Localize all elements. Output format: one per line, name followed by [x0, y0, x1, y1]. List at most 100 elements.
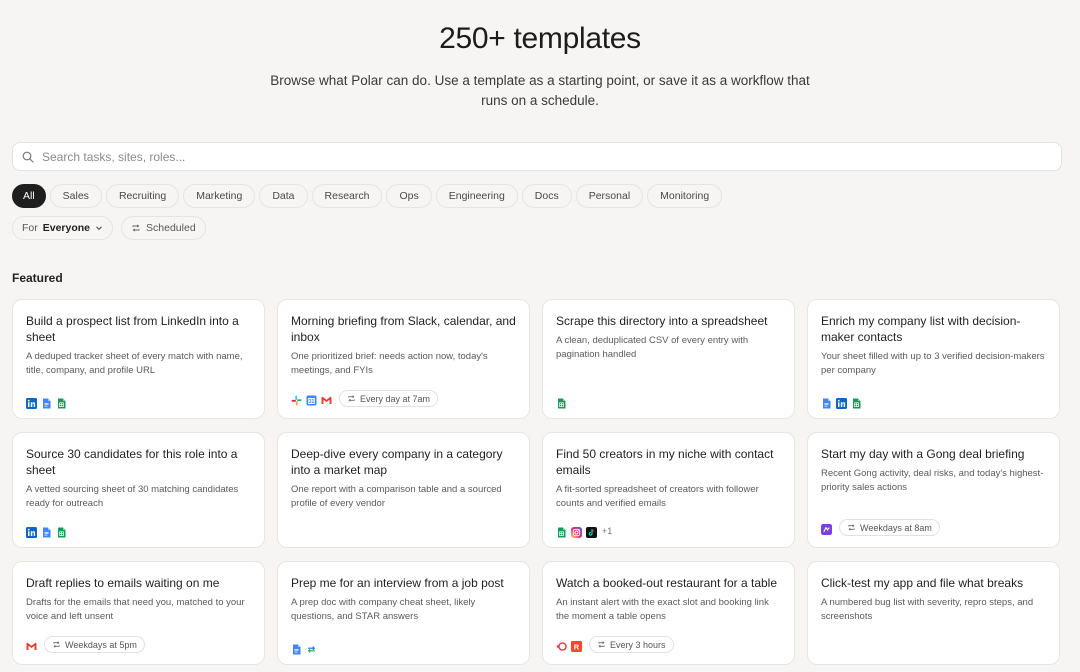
linkedin-icon: [836, 396, 847, 409]
sync-arrows-icon: [306, 642, 317, 653]
hero-title: 250+ templates: [439, 22, 641, 55]
schedule-label: Weekdays at 8am: [860, 522, 932, 533]
gmail-icon: [321, 393, 332, 404]
template-card[interactable]: Build a prospect list from LinkedIn into…: [12, 299, 265, 419]
card-description: A fit-sorted spreadsheet of creators wit…: [556, 484, 759, 509]
audience-value: Everyone: [42, 222, 91, 234]
google-sheets-icon: [56, 525, 67, 538]
template-card[interactable]: Enrich my company list with decision-mak…: [807, 299, 1060, 419]
card-description: One report with a comparison table and a…: [291, 484, 502, 509]
template-grid: Build a prospect list from LinkedIn into…: [12, 299, 1062, 665]
card-title: Click-test my app and file what breaks: [821, 576, 1024, 590]
scheduled-label: Scheduled: [146, 222, 196, 234]
card-title: Build a prospect list from LinkedIn into…: [26, 314, 239, 344]
schedule-label: Weekdays at 5pm: [65, 639, 137, 650]
template-card[interactable]: Watch a booked-out restaurant for a tabl…: [542, 561, 795, 665]
google-docs-icon: [41, 525, 52, 538]
schedule-label: Every day at 7am: [360, 393, 431, 404]
card-footer: [26, 525, 67, 538]
card-title: Draft replies to emails waiting on me: [26, 576, 220, 590]
card-footer: Weekdays at 5pm: [26, 636, 145, 653]
category-chip-personal[interactable]: Personal: [575, 184, 644, 208]
template-card[interactable]: Find 50 creators in my niche with contac…: [542, 432, 795, 548]
card-description: One prioritized brief: needs action now,…: [291, 351, 488, 376]
template-card[interactable]: Morning briefing from Slack, calendar, a…: [277, 299, 530, 419]
category-chip-all[interactable]: All: [12, 184, 46, 208]
schedule-badge: Every day at 7am: [339, 390, 439, 407]
resy-icon: R: [571, 639, 582, 652]
schedule-label: Every 3 hours: [610, 639, 666, 650]
card-footer: [821, 396, 862, 409]
category-chip-marketing[interactable]: Marketing: [183, 184, 256, 208]
search-icon: [22, 151, 34, 163]
schedule-badge: Weekdays at 5pm: [44, 636, 145, 653]
hero-subtitle: Browse what Polar can do. Use a template…: [270, 73, 810, 108]
card-description: A vetted sourcing sheet of 30 matching c…: [26, 484, 239, 509]
card-title: Start my day with a Gong deal briefing: [821, 447, 1025, 461]
scheduled-filter[interactable]: Scheduled: [121, 216, 206, 240]
more-integrations-count: +1: [602, 525, 613, 536]
card-footer: +1: [556, 525, 613, 538]
gong-icon: [821, 522, 832, 535]
card-footer: [556, 396, 567, 409]
category-chip-recruiting[interactable]: Recruiting: [105, 184, 180, 208]
category-chip-engineering[interactable]: Engineering: [435, 184, 518, 208]
category-chip-sales[interactable]: Sales: [49, 184, 102, 208]
tiktok-icon: [586, 525, 597, 538]
card-title: Watch a booked-out restaurant for a tabl…: [556, 576, 778, 590]
google-docs-icon: [291, 642, 302, 655]
card-title: Find 50 creators in my niche with contac…: [556, 447, 774, 477]
card-title: Scrape this directory into a spreadsheet: [556, 314, 768, 328]
repeat-icon: [348, 395, 355, 402]
repeat-icon: [132, 224, 140, 232]
linkedin-icon: [26, 396, 37, 409]
category-chip-monitoring[interactable]: Monitoring: [647, 184, 723, 208]
category-filter: All Sales Recruiting Marketing Data Research O…: [12, 184, 723, 208]
template-card[interactable]: Click-test my app and file what breaks A …: [807, 561, 1060, 665]
search-bar[interactable]: [12, 142, 1062, 171]
card-footer: Weekdays at 8am: [821, 519, 940, 536]
card-description: A prep doc with company cheat sheet, lik…: [291, 597, 476, 622]
search-input[interactable]: [42, 149, 942, 164]
category-chip-docs[interactable]: Docs: [521, 184, 572, 208]
google-docs-icon: [41, 396, 52, 409]
template-card[interactable]: Prep me for an interview from a job post…: [277, 561, 530, 665]
featured-heading: Featured: [12, 271, 63, 285]
template-card[interactable]: Draft replies to emails waiting on me Dra…: [12, 561, 265, 665]
google-calendar-icon: 31: [306, 393, 317, 406]
audience-label: For: [22, 222, 38, 234]
google-sheets-icon: [556, 396, 567, 409]
opentable-icon: [556, 639, 567, 651]
category-chip-ops[interactable]: Ops: [386, 184, 432, 208]
card-footer: [291, 642, 317, 655]
template-card[interactable]: Source 30 candidates for this role into …: [12, 432, 265, 548]
template-card[interactable]: Deep-dive every company in a category in…: [277, 432, 530, 548]
slack-icon: [291, 393, 302, 406]
card-footer: R Every 3 hours: [556, 636, 674, 653]
google-sheets-icon: [56, 396, 67, 409]
category-chip-research[interactable]: Research: [311, 184, 383, 208]
card-description: A numbered bug list with severity, repro…: [821, 597, 1034, 622]
card-title: Prep me for an interview from a job post: [291, 576, 504, 590]
card-footer: [26, 396, 67, 409]
card-title: Morning briefing from Slack, calendar, a…: [291, 314, 516, 344]
schedule-badge: Weekdays at 8am: [839, 519, 940, 536]
secondary-filters: For Everyone Scheduled: [12, 216, 206, 240]
repeat-icon: [848, 524, 855, 531]
card-description: Recent Gong activity, deal risks, and to…: [821, 468, 1044, 493]
svg-text:R: R: [574, 642, 580, 651]
template-card[interactable]: Start my day with a Gong deal briefing Re…: [807, 432, 1060, 548]
svg-text:31: 31: [309, 399, 315, 405]
card-description: A clean, deduplicated CSV of every entry…: [556, 335, 749, 360]
google-sheets-icon: [556, 525, 567, 538]
audience-dropdown[interactable]: For Everyone: [12, 216, 114, 240]
card-title: Enrich my company list with decision-mak…: [821, 314, 1021, 344]
category-chip-data[interactable]: Data: [259, 184, 308, 208]
card-description: An instant alert with the exact slot and…: [556, 597, 769, 622]
card-title: Deep-dive every company in a category in…: [291, 447, 503, 477]
repeat-icon: [598, 641, 605, 648]
schedule-badge: Every 3 hours: [589, 636, 674, 653]
card-description: Your sheet filled with up to 3 verified …: [821, 351, 1045, 376]
chevron-down-icon: [96, 226, 102, 231]
template-card[interactable]: Scrape this directory into a spreadsheet…: [542, 299, 795, 419]
